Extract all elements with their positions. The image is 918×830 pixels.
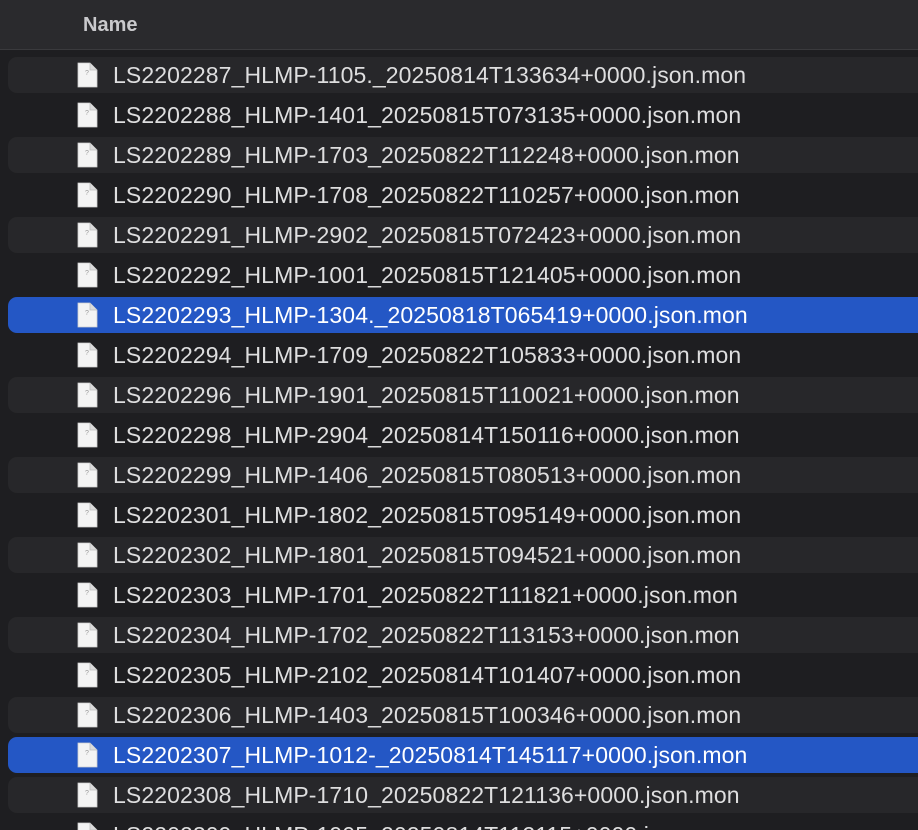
file-row[interactable]: ? LS2202288_HLMP-1401_20250815T073135+000… bbox=[0, 95, 918, 135]
document-icon: ? bbox=[77, 542, 98, 568]
svg-text:?: ? bbox=[85, 150, 89, 157]
file-name-label: LS2202290_HLMP-1708_20250822T110257+0000… bbox=[113, 182, 740, 208]
file-list: ? LS2202287_HLMP-1105._20250814T133634+00… bbox=[0, 55, 918, 830]
file-name-label: LS2202296_HLMP-1901_20250815T110021+0000… bbox=[113, 382, 740, 408]
file-name-label: LS2202304_HLMP-1702_20250822T113153+0000… bbox=[113, 622, 740, 648]
file-row[interactable]: ? LS2202308_HLMP-1710_20250822T121136+000… bbox=[0, 775, 918, 815]
svg-text:?: ? bbox=[85, 750, 89, 757]
file-row[interactable]: ? LS2202292_HLMP-1001_20250815T121405+000… bbox=[0, 255, 918, 295]
file-name-label: LS2202305_HLMP-2102_20250814T101407+0000… bbox=[113, 662, 742, 688]
document-icon: ? bbox=[77, 342, 98, 368]
svg-text:?: ? bbox=[85, 510, 89, 517]
file-row[interactable]: ? LS2202299_HLMP-1406_20250815T080513+000… bbox=[0, 455, 918, 495]
svg-text:?: ? bbox=[85, 350, 89, 357]
svg-text:?: ? bbox=[85, 270, 89, 277]
file-name-label: LS2202306_HLMP-1403_20250815T100346+0000… bbox=[113, 702, 742, 728]
file-row[interactable]: ? LS2202304_HLMP-1702_20250822T113153+000… bbox=[0, 615, 918, 655]
file-name-label: LS2202303_HLMP-1701_20250822T111821+0000… bbox=[113, 582, 738, 608]
svg-text:?: ? bbox=[85, 70, 89, 77]
file-name-label: LS2202301_HLMP-1802_20250815T095149+0000… bbox=[113, 502, 742, 528]
document-icon: ? bbox=[77, 782, 98, 808]
file-row[interactable]: ? LS2202296_HLMP-1901_20250815T110021+000… bbox=[0, 375, 918, 415]
document-icon: ? bbox=[77, 462, 98, 488]
file-name-label: LS2202302_HLMP-1801_20250815T094521+0000… bbox=[113, 542, 742, 568]
file-row[interactable]: ? LS2202287_HLMP-1105._20250814T133634+00… bbox=[0, 55, 918, 95]
column-header-bar: Name bbox=[0, 0, 918, 50]
name-column-header[interactable]: Name bbox=[83, 13, 137, 37]
file-row[interactable]: ? LS2202289_HLMP-1703_20250822T112248+000… bbox=[0, 135, 918, 175]
document-icon: ? bbox=[77, 702, 98, 728]
svg-text:?: ? bbox=[85, 630, 89, 637]
svg-text:?: ? bbox=[85, 790, 89, 797]
svg-text:?: ? bbox=[85, 310, 89, 317]
file-name-label: LS2202309_HLMP-1905_20250814T112115+0000… bbox=[113, 822, 738, 830]
file-name-label: LS2202293_HLMP-1304._20250818T065419+000… bbox=[113, 302, 748, 328]
svg-text:?: ? bbox=[85, 390, 89, 397]
svg-text:?: ? bbox=[85, 470, 89, 477]
document-icon: ? bbox=[77, 102, 98, 128]
file-row-selected[interactable]: ? LS2202307_HLMP-1012-_20250814T145117+00… bbox=[0, 735, 918, 775]
svg-text:?: ? bbox=[85, 550, 89, 557]
file-name-label: LS2202298_HLMP-2904_20250814T150116+0000… bbox=[113, 422, 740, 448]
document-icon: ? bbox=[77, 222, 98, 248]
file-row-selected[interactable]: ? LS2202293_HLMP-1304._20250818T065419+00… bbox=[0, 295, 918, 335]
file-row[interactable]: ? LS2202306_HLMP-1403_20250815T100346+000… bbox=[0, 695, 918, 735]
document-icon: ? bbox=[77, 262, 98, 288]
document-icon: ? bbox=[77, 422, 98, 448]
svg-text:?: ? bbox=[85, 230, 89, 237]
document-icon: ? bbox=[77, 142, 98, 168]
svg-text:?: ? bbox=[85, 670, 89, 677]
file-name-label: LS2202291_HLMP-2902_20250815T072423+0000… bbox=[113, 222, 742, 248]
document-icon: ? bbox=[77, 302, 98, 328]
file-row[interactable]: ? LS2202298_HLMP-2904_20250814T150116+000… bbox=[0, 415, 918, 455]
file-row[interactable]: ? LS2202303_HLMP-1701_20250822T111821+000… bbox=[0, 575, 918, 615]
file-row[interactable]: ? LS2202302_HLMP-1801_20250815T094521+000… bbox=[0, 535, 918, 575]
file-row[interactable]: ? LS2202309_HLMP-1905_20250814T112115+000… bbox=[0, 815, 918, 830]
file-name-label: LS2202307_HLMP-1012-_20250814T145117+000… bbox=[113, 742, 748, 768]
svg-text:?: ? bbox=[85, 110, 89, 117]
file-name-label: LS2202292_HLMP-1001_20250815T121405+0000… bbox=[113, 262, 742, 288]
svg-text:?: ? bbox=[85, 590, 89, 597]
document-icon: ? bbox=[77, 582, 98, 608]
document-icon: ? bbox=[77, 182, 98, 208]
document-icon: ? bbox=[77, 822, 98, 830]
document-icon: ? bbox=[77, 62, 98, 88]
finder-list-view: Name ? LS2202287_HLMP-1105._20250814T1336… bbox=[0, 0, 918, 830]
file-row[interactable]: ? LS2202301_HLMP-1802_20250815T095149+000… bbox=[0, 495, 918, 535]
svg-text:?: ? bbox=[85, 710, 89, 717]
svg-text:?: ? bbox=[85, 430, 89, 437]
file-name-label: LS2202299_HLMP-1406_20250815T080513+0000… bbox=[113, 462, 742, 488]
file-name-label: LS2202294_HLMP-1709_20250822T105833+0000… bbox=[113, 342, 742, 368]
document-icon: ? bbox=[77, 662, 98, 688]
file-name-label: LS2202287_HLMP-1105._20250814T133634+000… bbox=[113, 62, 747, 88]
file-name-label: LS2202308_HLMP-1710_20250822T121136+0000… bbox=[113, 782, 740, 808]
document-icon: ? bbox=[77, 742, 98, 768]
file-row[interactable]: ? LS2202294_HLMP-1709_20250822T105833+000… bbox=[0, 335, 918, 375]
file-name-label: LS2202289_HLMP-1703_20250822T112248+0000… bbox=[113, 142, 740, 168]
document-icon: ? bbox=[77, 622, 98, 648]
file-row[interactable]: ? LS2202291_HLMP-2902_20250815T072423+000… bbox=[0, 215, 918, 255]
svg-text:?: ? bbox=[85, 190, 89, 197]
file-row[interactable]: ? LS2202290_HLMP-1708_20250822T110257+000… bbox=[0, 175, 918, 215]
document-icon: ? bbox=[77, 382, 98, 408]
file-row[interactable]: ? LS2202305_HLMP-2102_20250814T101407+000… bbox=[0, 655, 918, 695]
file-name-label: LS2202288_HLMP-1401_20250815T073135+0000… bbox=[113, 102, 742, 128]
document-icon: ? bbox=[77, 502, 98, 528]
